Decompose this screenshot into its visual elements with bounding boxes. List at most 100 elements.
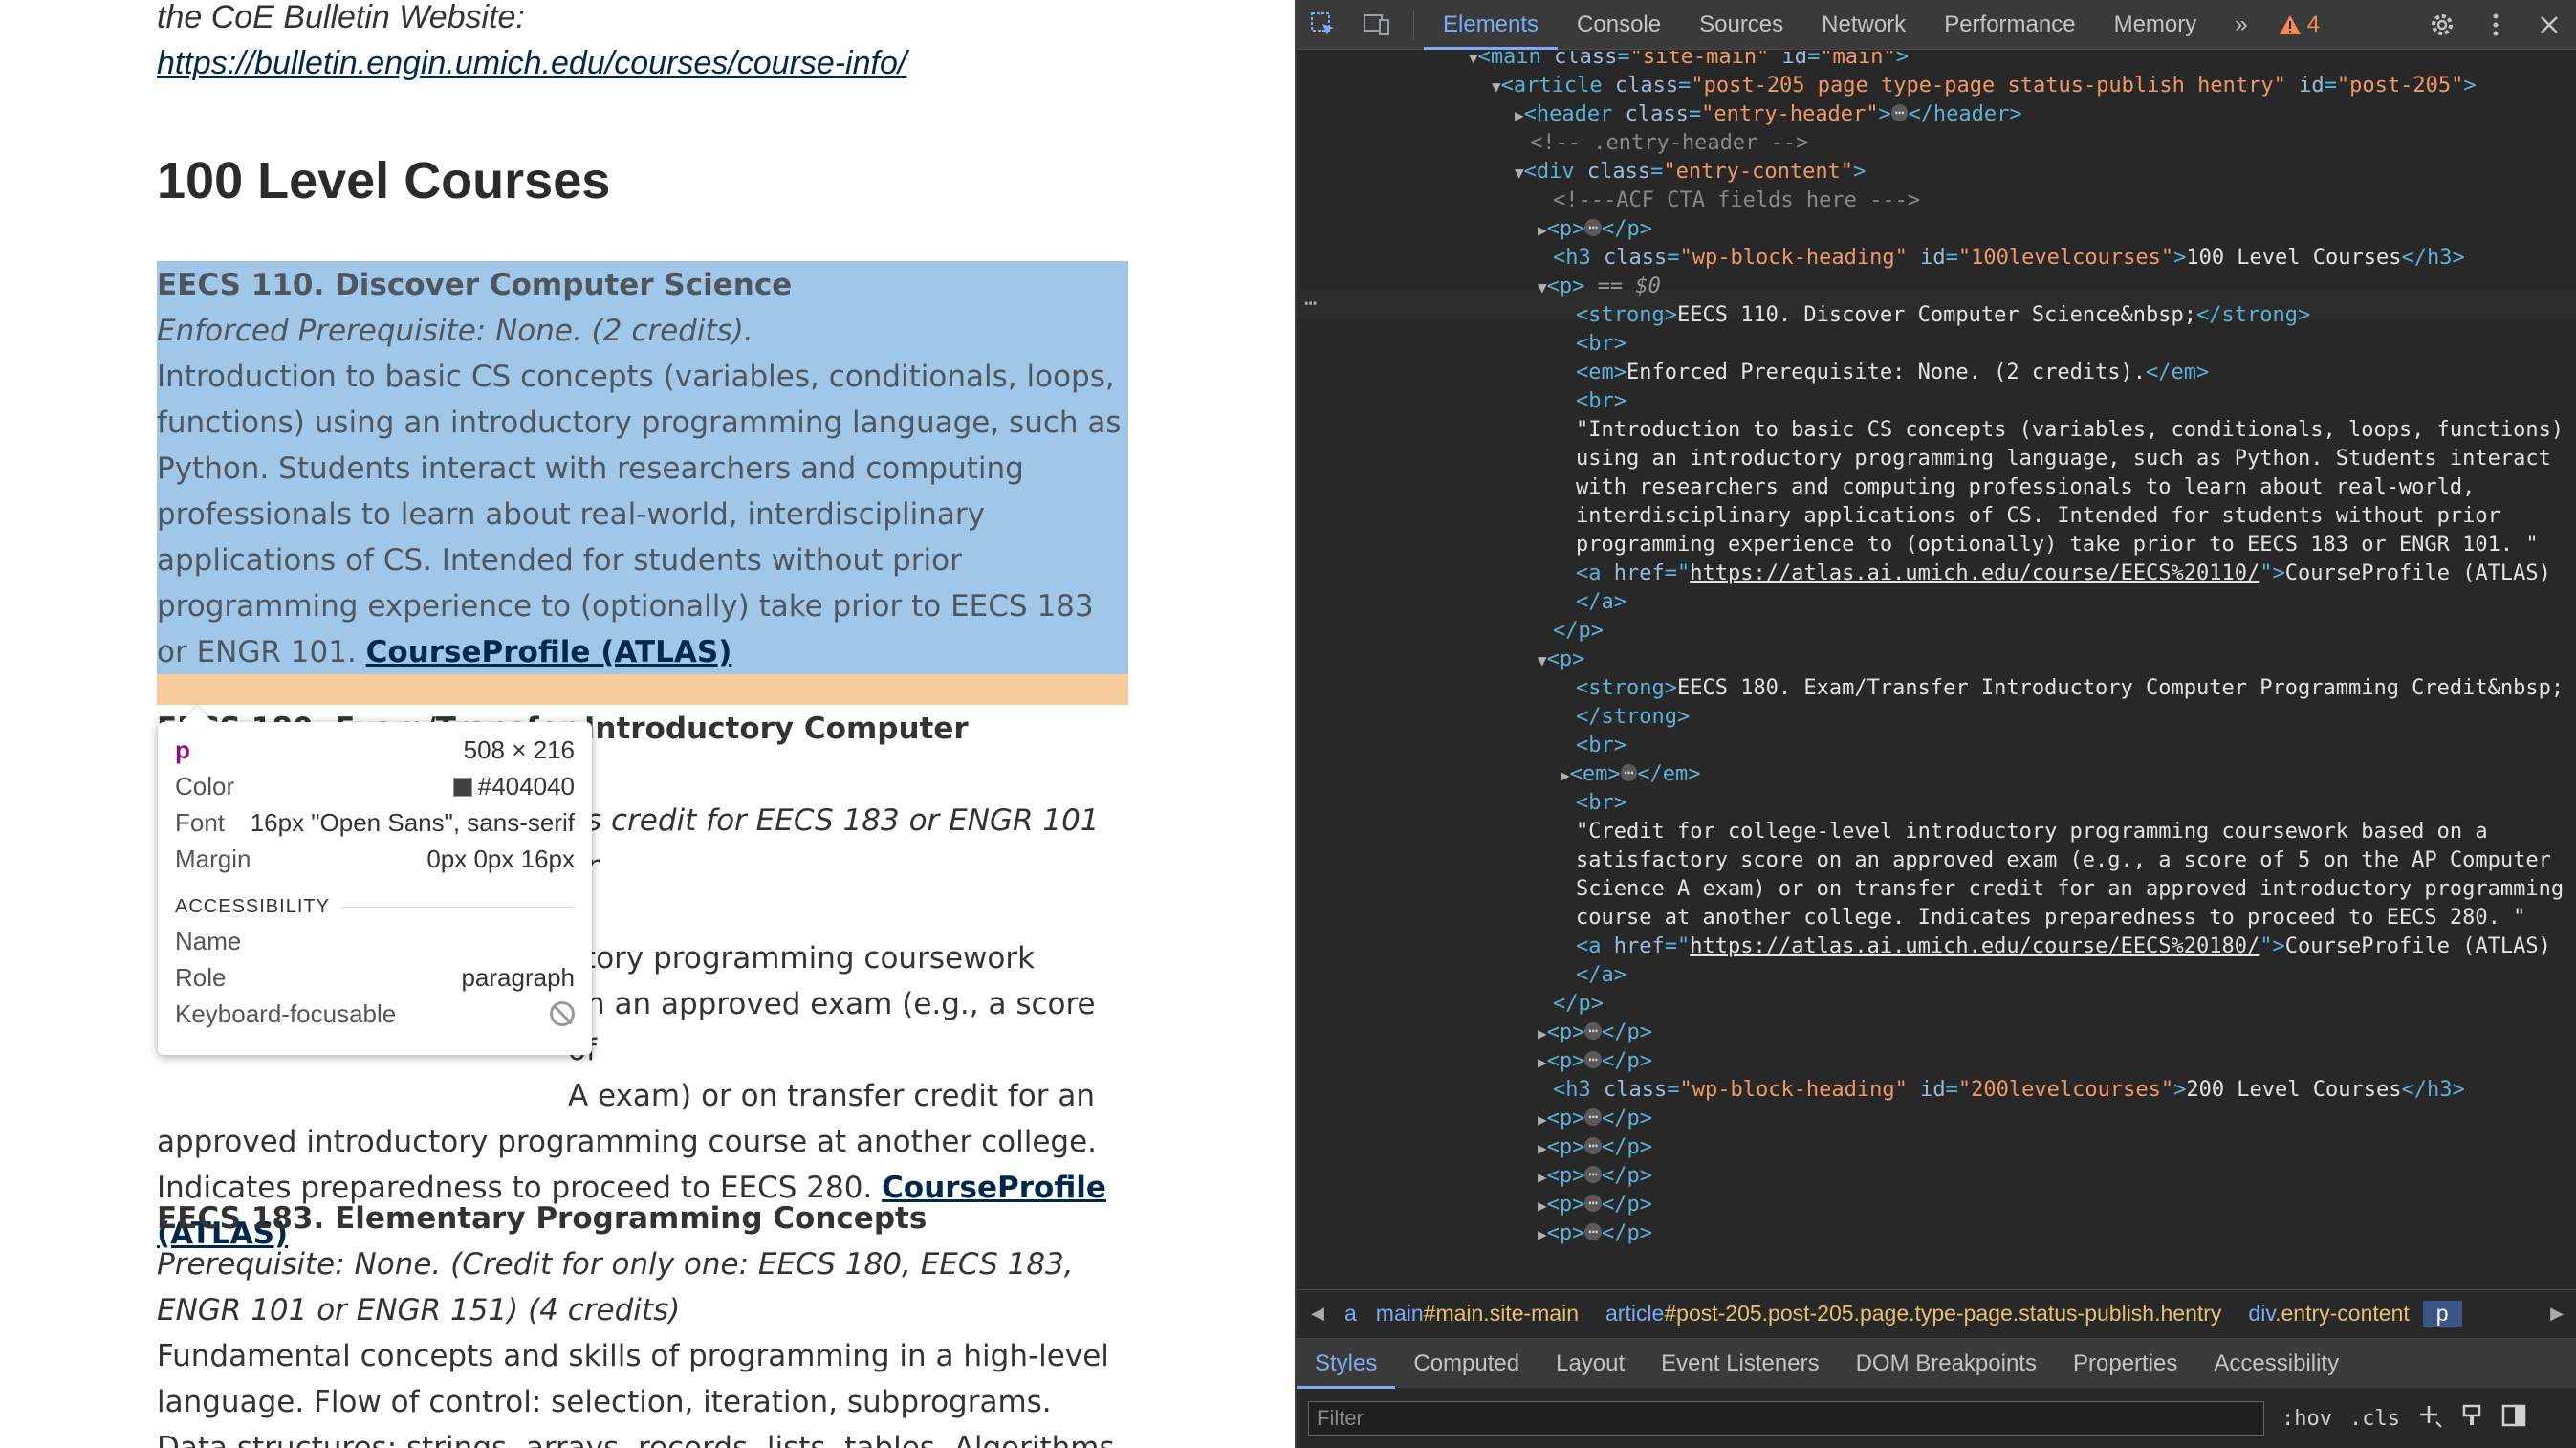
dom-text-line[interactable]: interdisciplinary applications of CS. In… [1576, 502, 2500, 531]
course-prereq: Prerequisite: None. (Credit for only one… [157, 1247, 1074, 1327]
dom-node-a-close[interactable]: </a> [1576, 961, 1626, 990]
dom-node-p-collapsed[interactable]: ▶<p> ⋯ </p> [1538, 1191, 1652, 1220]
dom-node-br[interactable]: <br> [1576, 330, 1626, 359]
dom-node-h3[interactable]: <h3 class="wp-block-heading" id="100leve… [1553, 244, 2465, 273]
devtools-panel: Elements Console Sources Network Perform… [1295, 0, 2576, 1448]
styles-filter-input[interactable] [1308, 1401, 2264, 1436]
inspect-element-icon[interactable] [1297, 0, 1350, 50]
dom-comment[interactable]: <!-- .entry-header --> [1530, 129, 1808, 158]
tooltip-color-label: Color [175, 771, 235, 801]
dom-node-br[interactable]: <br> [1576, 732, 1626, 760]
settings-gear-icon[interactable] [2415, 0, 2469, 50]
class-toggle[interactable]: .cls [2349, 1407, 2400, 1431]
page-heading: 100 Level Courses [157, 152, 611, 209]
tooltip-focus-label: Keyboard-focusable [175, 998, 397, 1028]
dom-comment[interactable]: <!---ACF CTA fields here ---> [1553, 186, 1920, 215]
dom-text-line[interactable]: Science A exam) or on transfer credit fo… [1576, 875, 2564, 904]
dom-node-p-selected[interactable]: ▼<p> == $0 [1538, 273, 1661, 302]
dom-node-p-collapsed[interactable]: ▶<p> ⋯ </p> [1538, 1019, 1652, 1048]
node-menu-icon[interactable]: ⋯ [1304, 290, 1317, 318]
dom-node-h3[interactable]: <h3 class="wp-block-heading" id="200leve… [1553, 1076, 2465, 1105]
dom-text-line[interactable]: with researchers and computing professio… [1576, 473, 2475, 502]
device-toolbar-icon[interactable] [1350, 0, 1404, 50]
tooltip-font-value: 16px "Open Sans", sans-serif [250, 807, 575, 837]
breadcrumb-item-main[interactable]: main#main.site-main [1363, 1301, 1592, 1327]
dom-node-p-eecs180[interactable]: ▼<p> [1538, 646, 1584, 675]
dom-node-em-collapsed[interactable]: ▶<em> ⋯ </em> [1561, 760, 1701, 790]
tooltip-font-label: Font [175, 807, 226, 837]
color-format-icon[interactable] [2459, 1403, 2484, 1434]
course-description-line: approved introductory programming course… [157, 1125, 1098, 1159]
bulletin-link[interactable]: https://bulletin.engin.umich.edu/courses… [157, 45, 906, 81]
more-options-icon[interactable] [2469, 0, 2522, 50]
dom-node-main[interactable]: ▼<main class="site-main" id="main"> [1469, 51, 1909, 73]
dom-node-p-collapsed[interactable]: ▶<p> ⋯ </p> [1538, 1219, 1652, 1249]
tab-styles[interactable]: Styles [1297, 1339, 1396, 1389]
dom-text-line[interactable]: "Introduction to basic CS concepts (vari… [1576, 416, 2564, 445]
tab-console[interactable]: Console [1558, 0, 1680, 50]
tab-computed[interactable]: Computed [1395, 1339, 1538, 1389]
add-rule-icon[interactable] [2417, 1403, 2442, 1434]
toggle-sidebar-icon[interactable] [2501, 1403, 2526, 1434]
tab-network[interactable]: Network [1802, 0, 1925, 50]
dom-node-br[interactable]: <br> [1576, 789, 1626, 818]
dom-text-line[interactable]: programming experience to (optionally) t… [1576, 531, 2539, 559]
tooltip-role-value: paragraph [461, 962, 575, 992]
intro-text: the CoE Bulletin Website: [157, 0, 525, 35]
dom-node-strong[interactable]: <strong>EECS 110. Discover Computer Scie… [1576, 301, 2310, 330]
dom-node-a[interactable]: <a href="https://atlas.ai.umich.edu/cour… [1576, 932, 2551, 961]
dom-node-p-collapsed[interactable]: ▶<p> ⋯ </p> [1538, 1162, 1652, 1192]
dom-text-line[interactable]: "Credit for college-level introductory p… [1576, 818, 2488, 846]
dom-node-a[interactable]: <a href="https://atlas.ai.umich.edu/cour… [1576, 559, 2551, 588]
styles-filter-bar: :hov .cls [1297, 1389, 2576, 1448]
close-devtools-icon[interactable] [2522, 0, 2576, 50]
course-profile-link[interactable]: CourseProfile (ATLAS) [366, 635, 732, 669]
dom-node-p-collapsed[interactable]: ▶<p> ⋯ </p> [1538, 215, 1652, 245]
breadcrumb-left-arrow-icon[interactable]: ◀ [1297, 1304, 1339, 1324]
course-title: EECS 183. Elementary Programming Concept… [157, 1201, 928, 1236]
dom-tree: ⋯ ▼<main class="site-main" id="main"> ▼<… [1297, 51, 2576, 1289]
dom-text-line[interactable]: course at another college. Indicates pre… [1576, 904, 2525, 932]
course-eecs110: EECS 110. Discover Computer Science Enfo… [157, 262, 1128, 675]
dom-node-p-collapsed[interactable]: ▶<p> ⋯ </p> [1538, 1105, 1652, 1134]
dom-node-strong[interactable]: <strong>EECS 180. Exam/Transfer Introduc… [1576, 674, 2564, 703]
dom-node-strong-close[interactable]: </strong> [1576, 703, 1690, 732]
course-description: Fundamental concepts and skills of progr… [157, 1339, 1115, 1448]
not-focusable-icon [550, 1001, 575, 1026]
dom-node-p-collapsed[interactable]: ▶<p> ⋯ </p> [1538, 1047, 1652, 1077]
course-eecs183: EECS 183. Elementary Programming Concept… [157, 1196, 1128, 1448]
dom-node-a-close[interactable]: </a> [1576, 588, 1626, 617]
tooltip-margin-label: Margin [175, 844, 251, 873]
inspect-tooltip: p 508 × 216 Color #404040 Font 16px "Ope… [158, 722, 592, 1055]
warnings-badge[interactable]: 4 [2267, 11, 2331, 38]
dom-node-entry-content[interactable]: ▼<div class="entry-content"> [1515, 158, 1866, 187]
dom-node-p-close[interactable]: </p> [1553, 617, 1604, 646]
dom-node-p-collapsed[interactable]: ▶<p> ⋯ </p> [1538, 1133, 1652, 1163]
dom-node-article[interactable]: ▼<article class="post-205 page type-page… [1492, 72, 2477, 101]
dom-node-br[interactable]: <br> [1576, 387, 1626, 416]
dom-text-line[interactable]: using an introductory programming langua… [1576, 445, 2551, 473]
dom-node-header[interactable]: ▶<header class="entry-header"> ⋯ </header> [1515, 100, 2022, 130]
breadcrumb-item-div[interactable]: div.entry-content [2235, 1301, 2422, 1327]
tab-event-listeners[interactable]: Event Listeners [1643, 1339, 1837, 1389]
dom-node-em[interactable]: <em>Enforced Prerequisite: None. (2 cred… [1576, 359, 2209, 387]
tab-performance[interactable]: Performance [1925, 0, 2094, 50]
tab-elements[interactable]: Elements [1424, 0, 1559, 50]
tab-dom-breakpoints[interactable]: DOM Breakpoints [1838, 1339, 2055, 1389]
webpage-viewport: the CoE Bulletin Website: https://bullet… [0, 0, 1295, 1448]
more-tabs-icon[interactable]: » [2216, 0, 2266, 50]
dom-node-p-close[interactable]: </p> [1553, 990, 1604, 1019]
warning-icon [2279, 14, 2301, 34]
hover-state-toggle[interactable]: :hov [2281, 1407, 2332, 1431]
tab-accessibility[interactable]: Accessibility [2195, 1339, 2357, 1389]
tab-memory[interactable]: Memory [2095, 0, 2216, 50]
tab-properties[interactable]: Properties [2055, 1339, 2195, 1389]
breadcrumb-item-p[interactable]: p [2422, 1301, 2462, 1327]
tooltip-tag: p [175, 735, 190, 764]
breadcrumb-right-arrow-icon[interactable]: ▶ [2536, 1304, 2576, 1324]
tab-sources[interactable]: Sources [1680, 0, 1802, 50]
breadcrumb-item-a[interactable]: a [1339, 1301, 1363, 1327]
dom-text-line[interactable]: satisfactory score on an approved exam (… [1576, 846, 2551, 875]
tab-layout[interactable]: Layout [1538, 1339, 1643, 1389]
breadcrumb-item-article[interactable]: article#post-205.post-205.page.type-page… [1592, 1301, 2235, 1327]
